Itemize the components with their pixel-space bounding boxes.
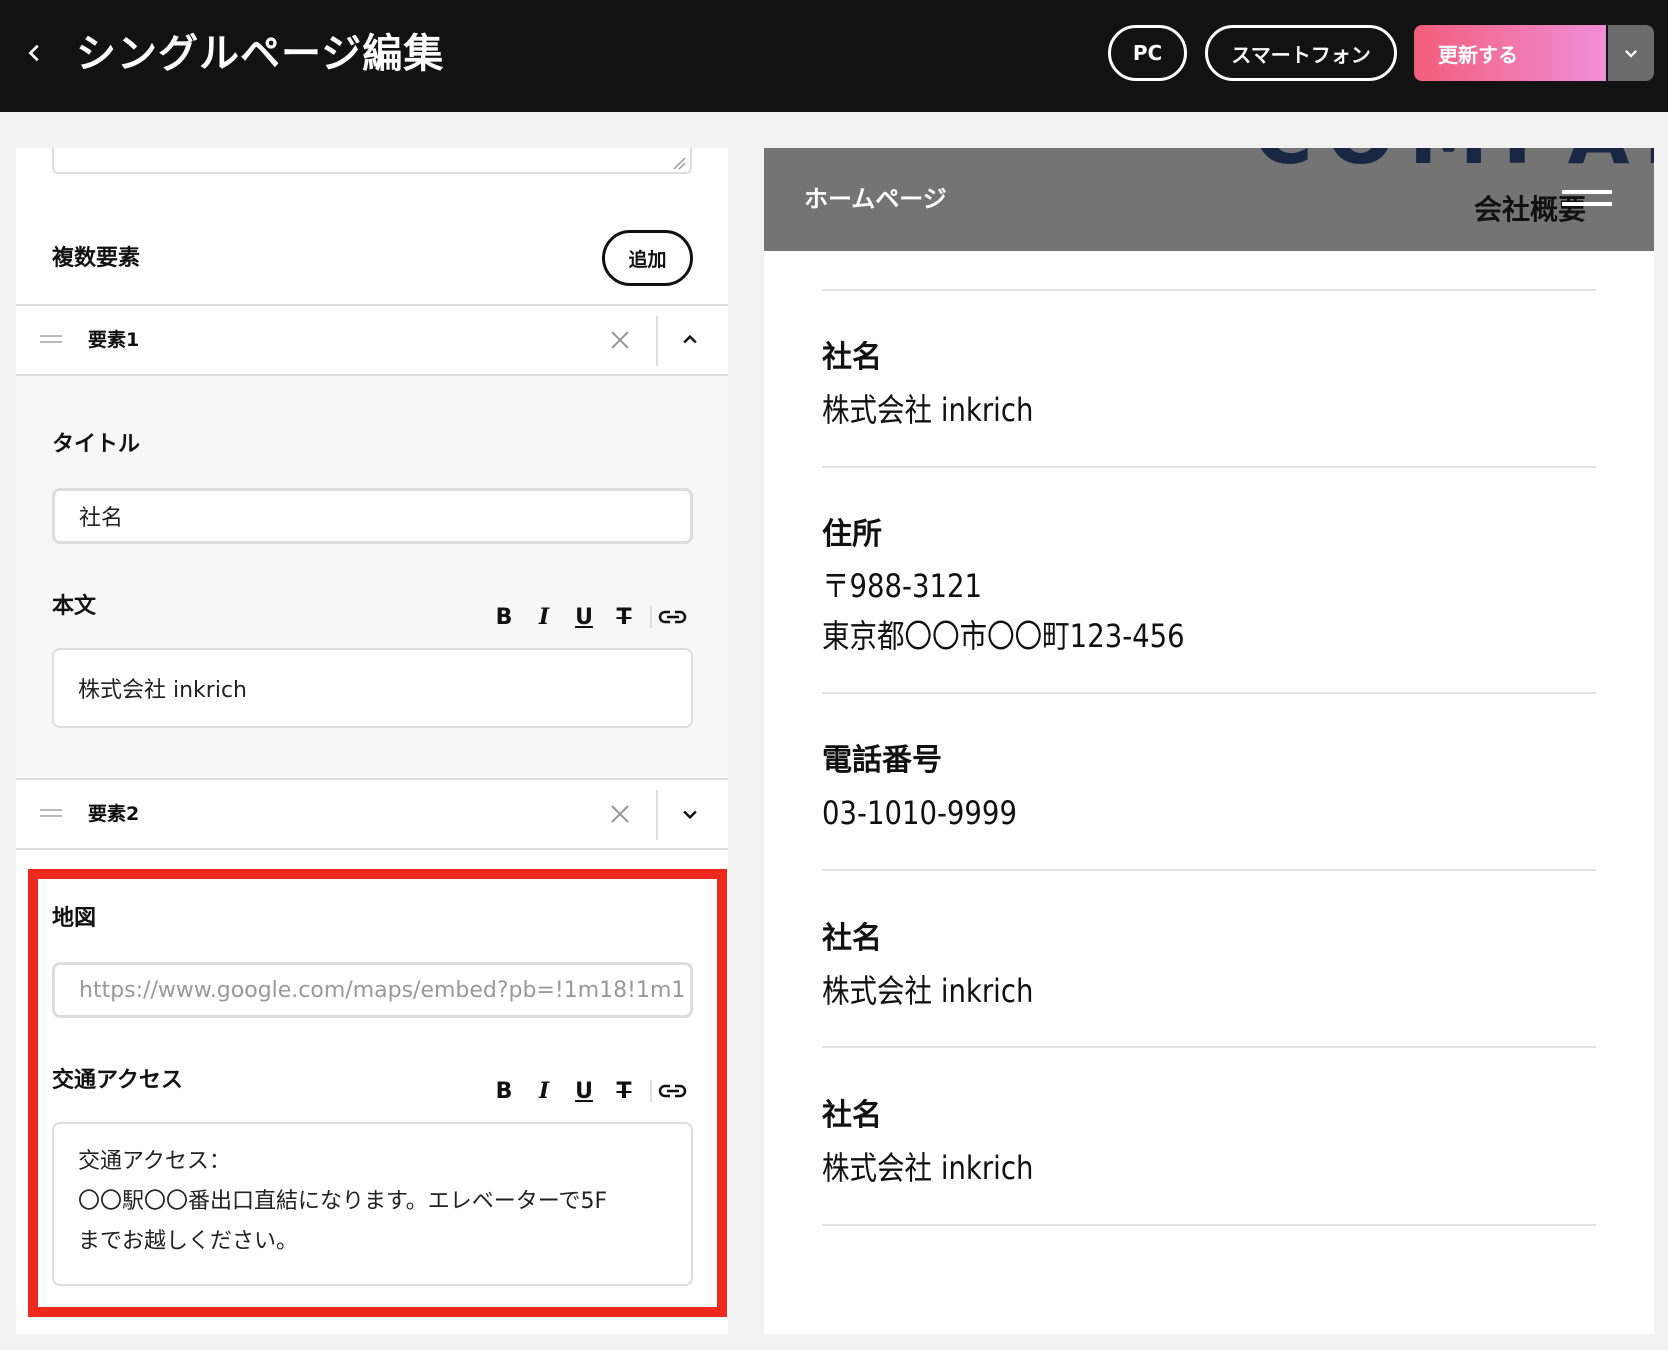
drag-handle-icon[interactable] [40,808,62,818]
preview-row-title: 電話番号 [822,743,942,778]
divider [656,790,658,840]
element-2-label: 要素2 [88,803,140,825]
underline-button[interactable]: U [564,605,604,630]
body-field-label: 本文 [52,594,97,619]
bold-button[interactable]: B [484,605,524,630]
preview-row-title: 社名 [822,1098,882,1133]
access-field-label: 交通アクセス [52,1068,183,1093]
access-text-editor[interactable]: 交通アクセス： 〇〇駅〇〇番出口直結になります。エレベーターで5F までお越しく… [52,1122,693,1286]
preview-panel: COMPANY ホームページ 会社概要 社名 株式会社 inkrich 住所 〒… [764,148,1654,1334]
element-1-label: 要素1 [88,329,140,351]
preview-row-title: 社名 [822,340,882,375]
chevron-down-icon[interactable] [680,804,700,824]
chevron-up-icon[interactable] [680,330,700,350]
element-1-header[interactable]: 要素1 [16,304,728,376]
access-line: 〇〇駅〇〇番出口直結になります。エレベーターで5F [78,1189,608,1214]
toolbar-divider [650,1080,652,1102]
body-input[interactable]: 株式会社 inkrich [52,648,693,728]
preview-row-value: 株式会社 inkrich [822,972,1034,1010]
link-icon[interactable] [658,606,688,628]
textarea-field[interactable] [52,148,692,174]
preview-row-value: 東京都〇〇市〇〇町123-456 [822,617,1185,655]
toolbar-divider [650,606,652,628]
preview-row-value: 03-1010-9999 [822,794,1017,832]
strikethrough-button[interactable]: T [604,605,644,630]
hamburger-menu-icon[interactable] [1562,190,1612,216]
map-field-label: 地図 [52,906,97,931]
italic-button[interactable]: I [524,604,564,630]
multi-element-label: 複数要素 [52,246,141,271]
close-icon[interactable] [608,328,632,352]
preview-row-value: 株式会社 inkrich [822,391,1034,429]
preview-row-value: 株式会社 inkrich [822,1149,1034,1187]
divider [822,1224,1596,1226]
editor-panel: 複数要素 追加 要素1 タイトル 社名 本文 B I U T 株式会社 inkr… [16,148,728,1334]
strikethrough-button[interactable]: T [604,1079,644,1104]
rich-text-toolbar: B I U T [484,1076,694,1106]
divider [822,869,1596,871]
divider [822,466,1596,468]
smartphone-view-button[interactable]: スマートフォン [1205,25,1397,81]
link-icon[interactable] [658,1080,688,1102]
divider [822,289,1596,291]
add-element-button[interactable]: 追加 [602,230,693,286]
update-options-button[interactable] [1608,25,1654,81]
element-2-body: 地図 https://www.google.com/maps/embed?pb=… [16,850,728,1334]
access-line: までお越しください。 [78,1229,299,1254]
underline-button[interactable]: U [564,1079,604,1104]
close-icon[interactable] [608,802,632,826]
top-bar: シングルページ編集 PC スマートフォン 更新する [0,0,1668,112]
italic-button[interactable]: I [524,1078,564,1104]
title-input[interactable]: 社名 [52,488,693,544]
divider [822,1046,1596,1048]
map-url-input[interactable]: https://www.google.com/maps/embed?pb=!1m… [52,962,693,1018]
resize-handle-icon[interactable] [672,156,686,170]
rich-text-toolbar: B I U T [484,602,694,632]
chevron-down-icon [1624,49,1638,58]
element-1-body: タイトル 社名 本文 B I U T 株式会社 inkrich [16,376,728,776]
page-title: シングルページ編集 [76,31,445,77]
pc-view-button[interactable]: PC [1108,25,1187,81]
preview-brand[interactable]: ホームページ [804,184,947,214]
divider [656,316,658,366]
preview-row-title: 社名 [822,921,882,956]
title-field-label: タイトル [52,432,141,457]
element-2-header[interactable]: 要素2 [16,778,728,850]
preview-row-value: 〒988-3121 [822,567,983,605]
update-button[interactable]: 更新する [1414,25,1606,81]
chevron-left-icon[interactable] [24,42,46,64]
bold-button[interactable]: B [484,1079,524,1104]
access-line: 交通アクセス： [78,1149,231,1174]
preview-row-title: 住所 [822,517,882,552]
drag-handle-icon[interactable] [40,334,62,344]
divider [822,692,1596,694]
company-heading: COMPANY [1254,148,1654,176]
preview-header: COMPANY ホームページ 会社概要 [764,148,1654,251]
